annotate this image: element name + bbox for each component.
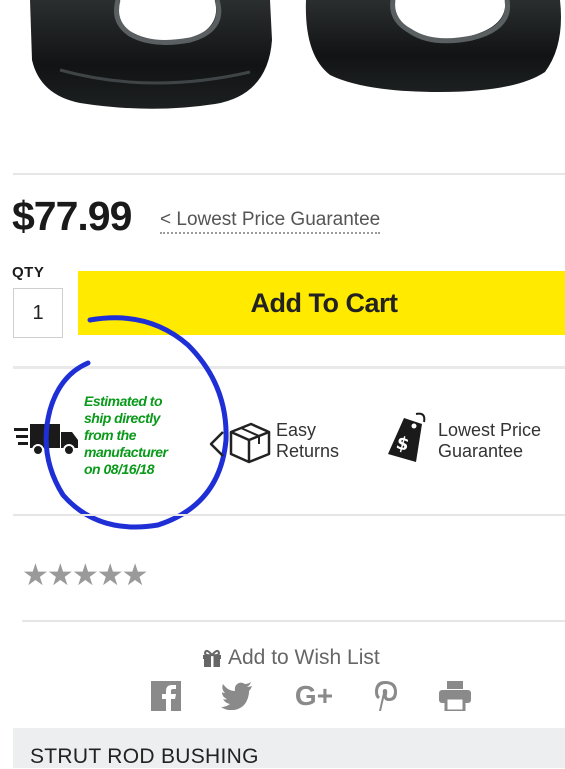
star-icon[interactable]: ★ (22, 558, 49, 593)
facebook-icon[interactable] (150, 678, 182, 714)
product-section-title: STRUT ROD BUSHING (30, 745, 259, 768)
twitter-icon[interactable] (220, 678, 254, 714)
price-tag-icon: $ (386, 412, 430, 464)
star-icon[interactable]: ★ (47, 558, 74, 593)
star-icon[interactable]: ★ (122, 558, 149, 593)
shipping-estimate-text: Estimated to ship directly from the manu… (84, 393, 168, 477)
qty-label: QTY (12, 264, 45, 281)
star-icon[interactable]: ★ (72, 558, 99, 593)
divider (13, 514, 565, 516)
easy-returns-label: Easy Returns (276, 420, 340, 461)
star-icon[interactable]: ★ (97, 558, 124, 593)
lowest-price-guarantee-label: Lowest Price Guarantee (438, 420, 542, 461)
google-plus-icon[interactable]: G+ (290, 678, 338, 714)
gift-icon (203, 649, 221, 667)
print-icon[interactable] (438, 678, 472, 714)
rating-stars[interactable]: ★ ★ ★ ★ ★ (22, 558, 149, 593)
divider (13, 173, 565, 175)
product-price: $77.99 (12, 193, 132, 239)
divider (22, 620, 565, 622)
pinterest-icon[interactable] (372, 678, 400, 714)
product-image[interactable] (0, 0, 565, 118)
lowest-price-guarantee-link[interactable]: < Lowest Price Guarantee (160, 209, 381, 234)
box-return-icon (207, 420, 271, 464)
add-to-wish-list-link[interactable]: Add to Wish List (201, 646, 380, 670)
